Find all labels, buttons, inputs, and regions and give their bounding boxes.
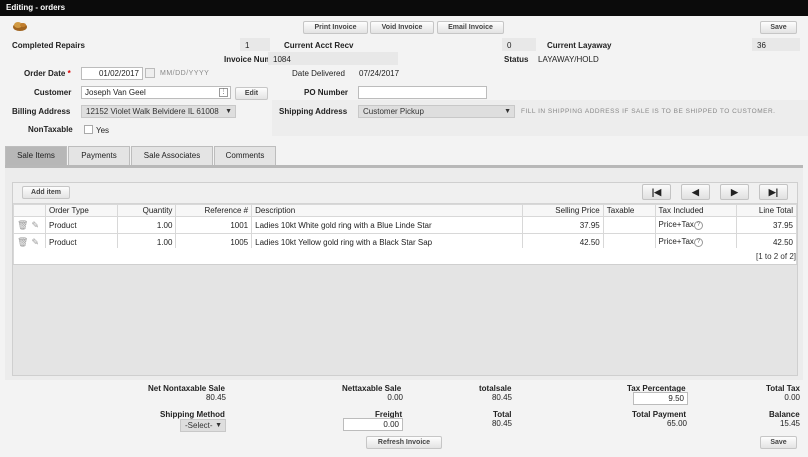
next-page-button[interactable]: ▶ — [720, 184, 749, 200]
total-value: 80.45 — [491, 419, 512, 428]
edit-pencil-icon[interactable]: ✎ — [31, 220, 39, 231]
totalsale-value: 80.45 — [491, 393, 512, 402]
void-invoice-button[interactable]: Void Invoice — [370, 21, 434, 34]
tax-percentage-input[interactable]: 9.50 — [633, 392, 688, 405]
order-date-label: Order Date * — [24, 69, 71, 78]
save-button-top[interactable]: Save — [760, 21, 797, 34]
nettaxable-label: Nettaxable Sale — [342, 384, 402, 393]
edit-pencil-icon[interactable]: ✎ — [31, 237, 39, 248]
cell-selling-price: 37.95 — [522, 216, 604, 234]
trash-icon[interactable]: 🗑 — [17, 220, 28, 231]
balance-value: 15.45 — [779, 419, 800, 428]
nettaxable-value: 0.00 — [387, 393, 403, 402]
refresh-invoice-button[interactable]: Refresh Invoice — [366, 436, 442, 449]
total-tax-label: Total Tax — [766, 384, 800, 393]
prev-page-button[interactable]: ◀ — [681, 184, 710, 200]
col-selling-price[interactable]: Selling Price — [522, 204, 604, 217]
current-acct-recv-value: 0 — [507, 41, 512, 50]
total-payment-label: Total Payment — [632, 410, 687, 419]
cell-quantity: 1.00 — [116, 216, 177, 234]
shipping-address-label: Shipping Address — [279, 107, 348, 116]
balance-label: Balance — [769, 410, 800, 419]
shipping-method-select[interactable]: -Select- ▼ — [180, 419, 226, 432]
date-delivered-label: Date Delivered — [292, 69, 345, 78]
sale-items-table: Order Type Quantity Reference # Descript… — [13, 204, 797, 251]
date-delivered-value: 07/24/2017 — [359, 69, 400, 78]
add-item-button[interactable]: Add item — [22, 186, 70, 199]
col-quantity[interactable]: Quantity — [116, 204, 177, 217]
cell-reference: 1001 — [175, 216, 253, 234]
trash-icon[interactable]: 🗑 — [17, 237, 28, 248]
customer-input[interactable]: Joseph Van Geel — [81, 86, 231, 99]
cell-tax-included: Price+Tax? — [654, 216, 738, 234]
status-label: Status — [504, 55, 529, 64]
customer-picker-icon[interactable]: ⋮ — [219, 88, 228, 97]
freight-input[interactable]: 0.00 — [343, 418, 403, 431]
completed-repairs-value: 1 — [245, 41, 250, 50]
chevron-down-icon: ▼ — [225, 108, 232, 115]
cell-order-type: Product — [44, 216, 118, 234]
print-invoice-button[interactable]: Print Invoice — [303, 21, 368, 34]
total-tax-value: 0.00 — [784, 393, 800, 402]
shipping-hint: FILL IN SHIPPING ADDRESS IF SALE IS TO B… — [521, 108, 776, 115]
col-tax-included[interactable]: Tax Included — [654, 204, 738, 217]
totalsale-label: totalsale — [479, 384, 512, 393]
cell-description: Ladies 10kt White gold ring with a Blue … — [251, 216, 524, 234]
col-reference[interactable]: Reference # — [175, 204, 253, 217]
chevron-down-icon: ▼ — [504, 108, 511, 115]
net-nontaxable-value: 80.45 — [205, 393, 226, 402]
col-description[interactable]: Description — [251, 204, 524, 217]
current-layaway-value: 36 — [757, 41, 766, 50]
po-number-label: PO Number — [304, 88, 349, 97]
invoice-number-value: 1084 — [273, 55, 291, 64]
help-icon[interactable]: ? — [693, 237, 703, 247]
col-order-type[interactable]: Order Type — [44, 204, 118, 217]
first-page-button[interactable]: |◀ — [642, 184, 671, 200]
status-value: LAYAWAY/HOLD — [538, 55, 599, 64]
shipping-method-label: Shipping Method — [160, 410, 225, 419]
nontaxable-yes-label: Yes — [96, 126, 110, 135]
logo-icon — [11, 20, 29, 32]
po-number-input[interactable] — [358, 86, 487, 99]
col-taxable[interactable]: Taxable — [602, 204, 656, 217]
nontaxable-label: NonTaxable — [28, 125, 73, 134]
billing-address-select[interactable]: 12152 Violet Walk Belvidere IL 61008 ▼ — [81, 105, 236, 118]
email-invoice-button[interactable]: Email Invoice — [437, 21, 504, 34]
current-acct-recv-label: Current Acct Recv — [284, 41, 354, 50]
pager-text: [1 to 2 of 2] — [755, 252, 796, 261]
total-label: Total — [493, 410, 512, 419]
tab-comments[interactable]: Comments — [214, 146, 276, 165]
total-payment-value: 65.00 — [666, 419, 687, 428]
table-row[interactable]: 🗑 ✎ Product 1.00 1001 Ladies 10kt White g… — [13, 216, 797, 234]
tab-payments[interactable]: Payments — [68, 146, 130, 165]
completed-repairs-label: Completed Repairs — [12, 41, 85, 50]
window-title: Editing - orders — [0, 0, 808, 16]
table-header-row: Order Type Quantity Reference # Descript… — [13, 204, 797, 217]
shipping-address-select[interactable]: Customer Pickup ▼ — [358, 105, 515, 118]
date-format-hint: MM/DD/YYYY — [160, 70, 210, 77]
actions-header — [13, 204, 46, 217]
tab-sale-associates[interactable]: Sale Associates — [131, 146, 213, 165]
cell-line-total: 37.95 — [736, 216, 797, 234]
last-page-button[interactable]: ▶| — [759, 184, 788, 200]
col-line-total[interactable]: Line Total — [736, 204, 797, 217]
edit-customer-button[interactable]: Edit — [235, 87, 268, 100]
chevron-down-icon: ▼ — [215, 422, 222, 429]
net-nontaxable-label: Net Nontaxable Sale — [148, 384, 225, 393]
help-icon[interactable]: ? — [693, 220, 703, 230]
billing-address-label: Billing Address — [12, 107, 71, 116]
customer-label: Customer — [34, 88, 72, 97]
nontaxable-checkbox[interactable] — [84, 125, 93, 134]
save-button-bottom[interactable]: Save — [760, 436, 797, 449]
current-layaway-label: Current Layaway — [547, 41, 612, 50]
calendar-icon[interactable] — [145, 68, 155, 78]
tab-sale-items[interactable]: Sale Items — [5, 146, 67, 165]
order-date-input[interactable]: 01/02/2017 — [81, 67, 143, 80]
cell-taxable — [602, 216, 656, 234]
